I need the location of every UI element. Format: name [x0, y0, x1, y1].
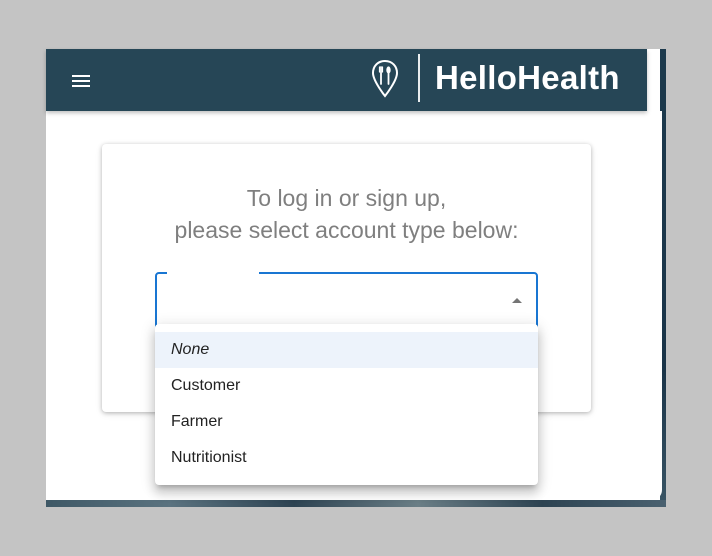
arrow-up-icon[interactable] — [512, 298, 522, 303]
select-label-notch — [167, 271, 259, 275]
background-photo-bottom — [46, 500, 666, 507]
app-bar: HelloHealth — [46, 49, 647, 111]
prompt-line-1: To log in or sign up, — [246, 185, 447, 211]
account-type-menu: None Customer Farmer Nutritionist — [155, 324, 538, 485]
account-type-prompt: To log in or sign up, please select acco… — [102, 182, 591, 246]
option-customer[interactable]: Customer — [155, 368, 538, 404]
hamburger-menu-icon[interactable] — [72, 70, 92, 90]
prompt-line-2: please select account type below: — [174, 217, 519, 243]
logo-divider — [418, 54, 420, 102]
account-type-select[interactable] — [155, 271, 538, 330]
option-farmer[interactable]: Farmer — [155, 404, 538, 440]
fork-spoon-pin-icon — [371, 59, 399, 98]
brand-title: HelloHealth — [435, 59, 620, 96]
option-none[interactable]: None — [155, 332, 538, 368]
option-nutritionist[interactable]: Nutritionist — [155, 440, 538, 476]
